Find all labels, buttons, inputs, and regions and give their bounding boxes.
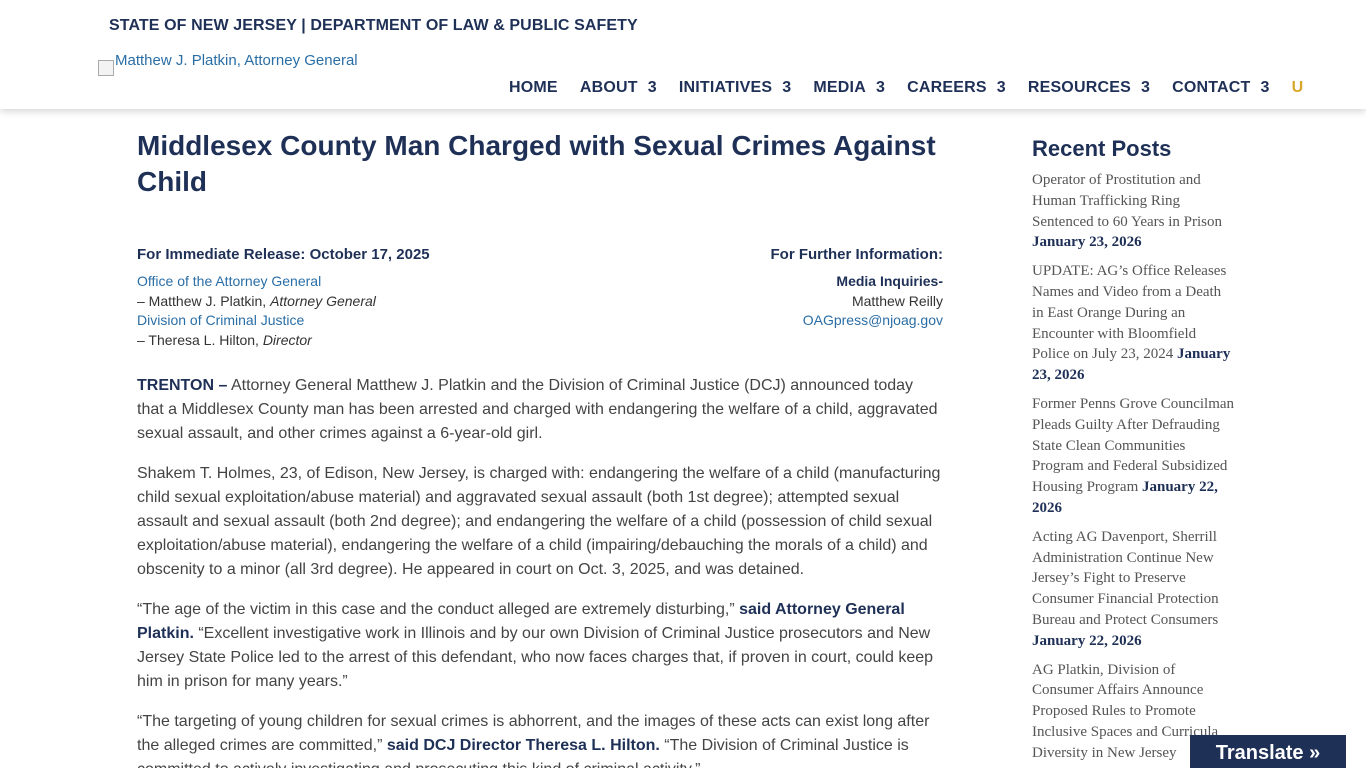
page-title: Middlesex County Man Charged with Sexual… — [137, 130, 936, 197]
paragraph: Shakem T. Holmes, 23, of Edison, New Jer… — [137, 465, 941, 578]
article: Middlesex County Man Charged with Sexual… — [137, 128, 943, 768]
nav-about[interactable]: ABOUT 3 — [580, 79, 657, 97]
nav-resources[interactable]: RESOURCES 3 — [1028, 79, 1150, 97]
chevron-down-icon: 3 — [1260, 79, 1270, 96]
nav-label: INITIATIVES — [678, 79, 773, 96]
division-link[interactable]: Division of Criminal Justice — [137, 312, 304, 328]
ag-title: Attorney General — [270, 292, 376, 309]
logo-alt-text: Matthew J. Platkin, Attorney General — [115, 52, 358, 69]
nav-label: RESOURCES — [1027, 79, 1131, 96]
article-body: TRENTON – Attorney General Matthew J. Pl… — [137, 374, 943, 768]
recent-posts-heading: Recent Posts — [1032, 136, 1172, 161]
nav-label: ABOUT — [579, 79, 638, 96]
paragraph-text: Attorney General Matthew J. Platkin and … — [137, 377, 938, 442]
recent-post: Acting AG Davenport, Sherrill Administra… — [1032, 527, 1236, 652]
recent-post: Operator of Prostitution and Human Traff… — [1032, 170, 1236, 253]
release-left: For Immediate Release: October 17, 2025 … — [137, 246, 537, 350]
dateline: TRENTON – — [137, 377, 228, 394]
quote-attribution: said DCJ Director Theresa L. Hilton. — [386, 737, 660, 754]
nav-label: HOME — [509, 79, 558, 96]
broken-image-icon — [98, 60, 114, 76]
sidebar: Recent Posts Operator of Prostitution an… — [1032, 136, 1236, 768]
site-header: STATE OF NEW JERSEY | DEPARTMENT OF LAW … — [0, 0, 1366, 109]
paragraph: “The age of the victim in this case and … — [137, 598, 943, 694]
ag-name: – Matthew J. Platkin, — [137, 292, 271, 309]
nav-home[interactable]: HOME — [509, 79, 558, 97]
nav-label: CAREERS — [907, 79, 987, 96]
info-header: For Further Information: — [770, 246, 944, 263]
quote-text: “Excellent investigative work in Illinoi… — [137, 625, 934, 690]
site-logo[interactable]: Matthew J. Platkin, Attorney General — [98, 50, 388, 76]
search-icon[interactable]: U — [1292, 79, 1304, 97]
nav-initiatives[interactable]: INITIATIVES 3 — [679, 79, 792, 97]
main-nav: HOME ABOUT 3 INITIATIVES 3 MEDIA 3 CAREERS 3… — [509, 79, 1303, 97]
recent-post: Former Penns Grove Councilman Pleads Gui… — [1032, 394, 1236, 519]
paragraph: “The targeting of young children for sex… — [137, 710, 943, 768]
translate-button[interactable]: Translate » — [1190, 735, 1346, 768]
nav-media[interactable]: MEDIA 3 — [813, 79, 885, 97]
post-date: January 22, 2026 — [1032, 632, 1142, 649]
chevron-down-icon: 3 — [782, 79, 792, 96]
office-link[interactable]: Office of the Attorney General — [137, 273, 321, 289]
post-date: January 23, 2026 — [1032, 234, 1142, 251]
chevron-down-icon: 3 — [1140, 79, 1151, 96]
chevron-down-icon: 3 — [996, 79, 1006, 96]
chevron-down-icon: 3 — [647, 79, 657, 96]
nav-contact[interactable]: CONTACT 3 — [1172, 79, 1270, 97]
post-link[interactable]: Acting AG Davenport, Sherrill Administra… — [1032, 529, 1219, 628]
nav-label: MEDIA — [813, 79, 866, 96]
agency-name: STATE OF NEW JERSEY | DEPARTMENT OF LAW … — [109, 17, 638, 34]
paragraph: TRENTON – Attorney General Matthew J. Pl… — [137, 374, 943, 446]
nav-label: CONTACT — [1172, 79, 1251, 96]
post-link[interactable]: Operator of Prostitution and Human Traff… — [1032, 172, 1222, 230]
release-date: For Immediate Release: October 17, 2025 — [137, 246, 430, 263]
chevron-down-icon: 3 — [875, 79, 886, 96]
media-email-link[interactable]: OAGpress@njoag.gov — [803, 312, 943, 328]
media-inquiries-label: Media Inquiries- — [836, 273, 943, 289]
director-title: Director — [262, 331, 312, 348]
quote-text: “The age of the victim in this case and … — [137, 601, 740, 618]
nav-careers[interactable]: CAREERS 3 — [907, 79, 1006, 97]
media-contact: Matthew Reilly — [851, 292, 943, 309]
release-right: For Further Information: Media Inquiries… — [643, 246, 944, 331]
recent-post: UPDATE: AG’s Office Releases Names and V… — [1032, 261, 1236, 386]
director-name: – Theresa L. Hilton, — [137, 331, 263, 348]
